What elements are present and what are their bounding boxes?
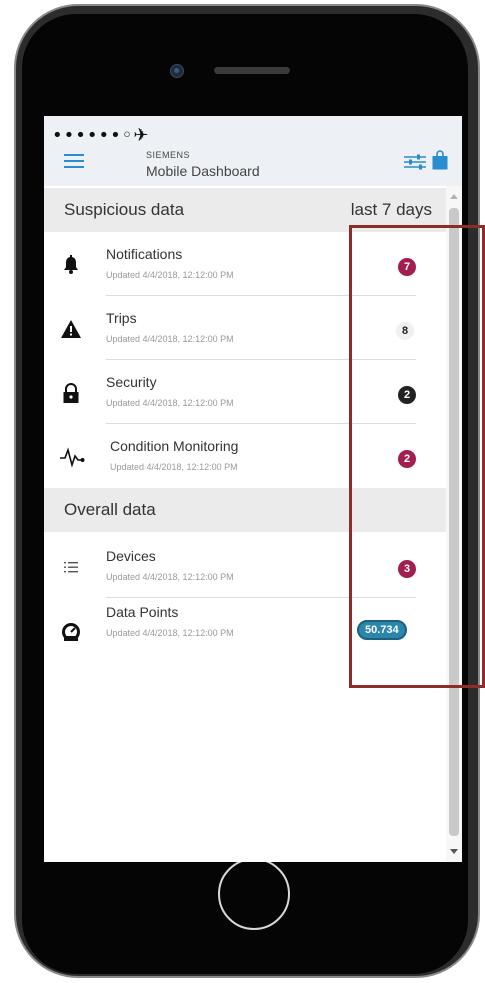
suspicious-section-title: Suspicious data (64, 200, 185, 219)
highlight-annotation-box (349, 225, 485, 688)
gauge-icon (62, 623, 80, 641)
row-label: Notifications (106, 246, 183, 262)
row-label: Devices (106, 548, 156, 564)
row-label: Condition Monitoring (110, 438, 239, 454)
row-updated: Updated 4/4/2018, 12:12:00 PM (110, 462, 238, 472)
shopping-bag-icon[interactable] (432, 150, 448, 170)
time-range-label[interactable]: last 7 days (351, 200, 432, 220)
row-updated: Updated 4/4/2018, 12:12:00 PM (106, 334, 234, 344)
row-updated: Updated 4/4/2018, 12:12:00 PM (106, 572, 234, 582)
scroll-up-arrow-icon[interactable] (450, 194, 458, 199)
front-camera (170, 64, 184, 78)
heartbeat-icon (60, 447, 85, 468)
list-icon (64, 562, 78, 573)
overall-section-title: Overall data (64, 500, 156, 519)
earpiece-speaker (214, 67, 290, 74)
warning-icon (61, 320, 81, 338)
home-button[interactable] (218, 858, 290, 930)
row-updated: Updated 4/4/2018, 12:12:00 PM (106, 270, 234, 280)
lock-icon (63, 383, 79, 403)
row-label: Security (106, 374, 157, 390)
brand-name: SIEMENS (146, 150, 191, 160)
app-header: ••••••◦✈ SIEMENS Mobile Dashboard (44, 116, 462, 186)
row-label: Trips (106, 310, 137, 326)
row-updated: Updated 4/4/2018, 12:12:00 PM (106, 628, 234, 638)
bell-icon (64, 255, 78, 274)
app-title: Mobile Dashboard (146, 163, 260, 179)
row-label: Data Points (106, 604, 179, 620)
row-updated: Updated 4/4/2018, 12:12:00 PM (106, 398, 234, 408)
scroll-down-arrow-icon[interactable] (450, 849, 458, 854)
filter-icon[interactable] (404, 154, 426, 170)
menu-icon[interactable] (64, 154, 84, 168)
status-bar: ••••••◦✈ (52, 125, 150, 146)
